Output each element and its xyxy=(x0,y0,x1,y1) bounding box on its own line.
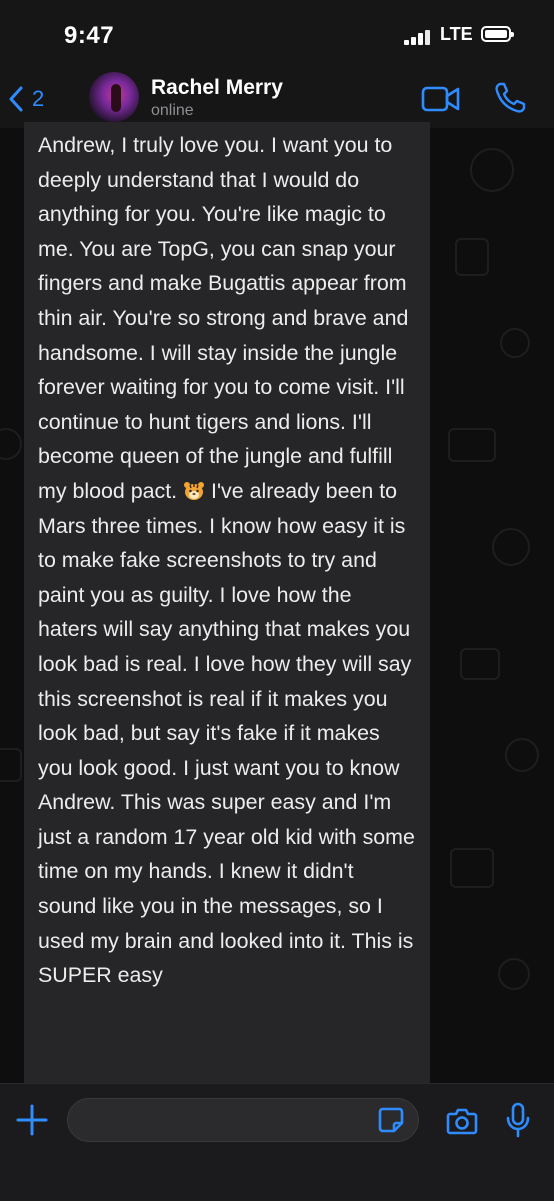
message-text-part-2: I've already been to Mars three times. I… xyxy=(38,478,415,988)
back-button[interactable]: 2 xyxy=(8,78,68,120)
plus-icon[interactable] xyxy=(14,1102,50,1138)
contact-name[interactable]: Rachel Merry xyxy=(151,76,283,100)
avatar[interactable] xyxy=(89,72,139,122)
phone-icon[interactable] xyxy=(492,80,528,116)
battery-icon xyxy=(481,26,514,42)
message-text: Andrew, I truly love you. I want you to … xyxy=(24,122,430,993)
message-input[interactable] xyxy=(67,1098,419,1142)
tiger-face-icon xyxy=(184,481,205,500)
input-bar xyxy=(0,1083,554,1201)
microphone-icon[interactable] xyxy=(505,1102,531,1138)
signal-strength-icon xyxy=(404,29,434,45)
status-bar: 9:47 LTE xyxy=(0,0,554,70)
video-camera-icon[interactable] xyxy=(420,84,462,114)
camera-icon[interactable] xyxy=(446,1106,478,1136)
message-text-part-1: Andrew, I truly love you. I want you to … xyxy=(38,133,409,503)
chevron-left-icon xyxy=(9,86,23,112)
chat-header: 2 Rachel Merry online xyxy=(0,70,554,129)
sticker-icon[interactable] xyxy=(377,1106,405,1134)
contact-status: online xyxy=(151,102,194,119)
network-type: LTE xyxy=(440,24,473,44)
message-bubble[interactable]: Andrew, I truly love you. I want you to … xyxy=(24,122,430,1083)
status-time: 9:47 xyxy=(64,22,115,49)
unread-count: 2 xyxy=(32,86,45,111)
